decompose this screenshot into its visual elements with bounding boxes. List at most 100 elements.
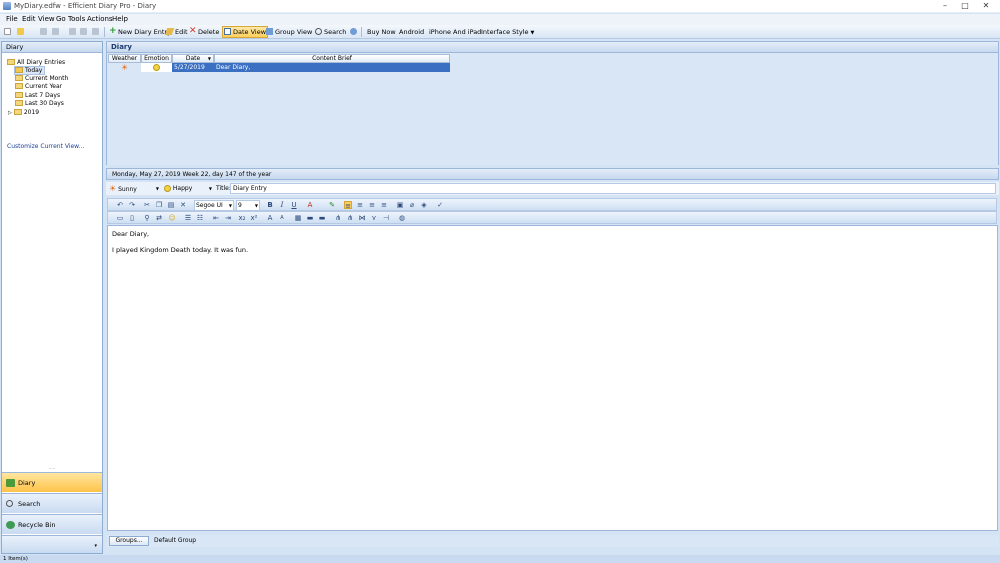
properties-icon[interactable]: ◍	[398, 214, 406, 222]
help-icon[interactable]	[350, 28, 357, 35]
underline-icon[interactable]: U	[290, 201, 298, 209]
entry-editor[interactable]: Dear Diary, I played Kingdom Death today…	[107, 225, 998, 531]
menu-view[interactable]: View	[38, 15, 55, 23]
insert-row-icon[interactable]: ▬	[318, 214, 326, 222]
menu-go[interactable]: Go	[56, 15, 66, 23]
column-header-content-brief[interactable]: Content Brief	[214, 54, 450, 63]
iphone-ipad-button[interactable]: iPhone And iPad	[428, 26, 482, 38]
column-header-date[interactable]: Date ▼	[172, 54, 214, 63]
spell-check-icon[interactable]: ✓	[436, 201, 444, 209]
group-view-button[interactable]: Group View	[265, 26, 313, 38]
tree-item-all-entries[interactable]: All Diary Entries	[7, 58, 65, 66]
tree-item-current-year[interactable]: Current Year	[15, 82, 62, 90]
title-input[interactable]: Diary Entry	[230, 183, 996, 194]
nav-diary[interactable]: Diary	[2, 472, 102, 492]
copy-icon[interactable]	[80, 28, 87, 35]
menu-help[interactable]: Help	[112, 15, 128, 23]
align-right-icon[interactable]: ≡	[368, 201, 376, 209]
subscript-icon[interactable]: x₂	[238, 214, 246, 222]
table-tool-icon[interactable]: ⋈	[358, 214, 366, 222]
numbered-list-icon[interactable]: ☷	[196, 214, 204, 222]
editor-line: Dear Diary,	[112, 230, 150, 238]
minimize-button[interactable]: –	[938, 1, 952, 11]
maximize-button[interactable]: □	[958, 1, 972, 11]
new-diary-entry-button[interactable]: +New Diary Entry	[108, 26, 172, 38]
decrease-indent-icon[interactable]: ⇤	[212, 214, 220, 222]
open-file-icon[interactable]	[17, 28, 24, 35]
undo-icon[interactable]: ↶	[116, 201, 124, 209]
print-icon[interactable]	[40, 28, 47, 35]
menu-file[interactable]: File	[6, 15, 18, 23]
increase-indent-icon[interactable]: ⇥	[224, 214, 232, 222]
align-left-icon[interactable]: ≡	[344, 201, 352, 210]
print-icon[interactable]: ▭	[116, 214, 124, 222]
menu-actions[interactable]: Actions	[87, 15, 113, 23]
edit-button[interactable]: Edit	[164, 26, 189, 38]
attachment-icon[interactable]: ⌀	[408, 201, 416, 209]
shrink-font-icon[interactable]: A	[278, 214, 286, 222]
replace-icon[interactable]: ⇄	[155, 214, 163, 222]
tree-item-current-month[interactable]: Current Month	[15, 74, 68, 82]
superscript-icon[interactable]: x²	[250, 214, 258, 222]
weather-select[interactable]: ☀ Sunny ▼	[109, 183, 159, 194]
table-row[interactable]: ☀ 5/27/2019 Dear Diary,	[108, 63, 450, 72]
highlight-icon[interactable]: ✎	[328, 201, 336, 209]
nav-overflow-bar[interactable]: ▾	[2, 535, 102, 553]
table-tool-icon[interactable]: ⋎	[370, 214, 378, 222]
splitter-grip[interactable]: ·····	[2, 467, 102, 471]
buy-now-button[interactable]: Buy Now	[366, 26, 397, 38]
table-tool-icon[interactable]: ⋔	[346, 214, 354, 222]
paste-icon[interactable]	[92, 28, 99, 35]
column-header-emotion[interactable]: Emotion	[141, 54, 172, 63]
insert-image-icon[interactable]: ▣	[396, 201, 404, 209]
chevron-down-icon[interactable]: ▾	[94, 536, 97, 556]
column-header-weather[interactable]: Weather	[108, 54, 141, 63]
emoticon-icon[interactable]: ☺	[168, 214, 176, 222]
customize-view-link[interactable]: Customize Current View...	[7, 143, 84, 150]
nav-recycle-bin[interactable]: Recycle Bin	[2, 514, 102, 534]
insert-line-icon[interactable]: ▬	[306, 214, 314, 222]
align-center-icon[interactable]: ≡	[356, 201, 364, 209]
date-view-button[interactable]: Date View	[222, 26, 269, 38]
insert-object-icon[interactable]: ◈	[420, 201, 428, 209]
groups-button[interactable]: Groups...	[109, 536, 149, 546]
clear-format-icon[interactable]: ✕	[179, 201, 187, 209]
interface-style-button[interactable]: Interface Style ▼	[480, 26, 535, 38]
bold-icon[interactable]: B	[266, 201, 274, 209]
cut-icon[interactable]	[69, 28, 76, 35]
redo-icon[interactable]: ↷	[128, 201, 136, 209]
bullet-list-icon[interactable]: ☰	[184, 214, 192, 222]
new-file-icon[interactable]	[4, 28, 11, 35]
font-family-select[interactable]: Segoe UI ▼	[194, 200, 234, 211]
justify-icon[interactable]: ≡	[380, 201, 388, 209]
table-tool-icon[interactable]: ⋔	[334, 214, 342, 222]
tree-item-2019[interactable]: ▷ 2019	[8, 108, 39, 116]
delete-label: Delete	[198, 28, 220, 36]
grow-font-icon[interactable]: A	[266, 214, 274, 222]
nav-search[interactable]: Search	[2, 493, 102, 513]
tree-item-today[interactable]: Today	[13, 66, 46, 75]
menu-tools[interactable]: Tools	[68, 15, 85, 23]
expand-arrow-icon[interactable]: ▷	[8, 110, 12, 116]
search-button[interactable]: Search	[314, 26, 347, 38]
copy-icon[interactable]: ❐	[155, 201, 163, 209]
tree-item-last-7-days[interactable]: Last 7 Days	[15, 91, 60, 99]
close-button[interactable]: ✕	[979, 1, 993, 11]
table-tool-icon[interactable]: ⊣	[382, 214, 390, 222]
insert-table-icon[interactable]: ▦	[294, 214, 302, 222]
paste-icon[interactable]: ▤	[167, 201, 175, 209]
dropdown-arrow-icon: ▼	[228, 203, 232, 208]
delete-x-icon: ✕	[189, 25, 197, 36]
find-icon[interactable]: ⚲	[143, 214, 151, 222]
android-button[interactable]: Android	[398, 26, 425, 38]
delete-button[interactable]: ✕Delete	[188, 26, 220, 38]
print-preview-icon[interactable]: ▯	[128, 214, 136, 222]
italic-icon[interactable]: I	[278, 201, 286, 209]
print-preview-icon[interactable]	[52, 28, 59, 35]
tree-item-last-30-days[interactable]: Last 30 Days	[15, 99, 64, 107]
font-color-icon[interactable]: A	[306, 201, 314, 209]
cut-icon[interactable]: ✂	[143, 201, 151, 209]
menu-edit[interactable]: Edit	[22, 15, 36, 23]
emotion-select[interactable]: Happy ▼	[164, 183, 212, 194]
font-size-select[interactable]: 9 ▼	[236, 200, 260, 211]
